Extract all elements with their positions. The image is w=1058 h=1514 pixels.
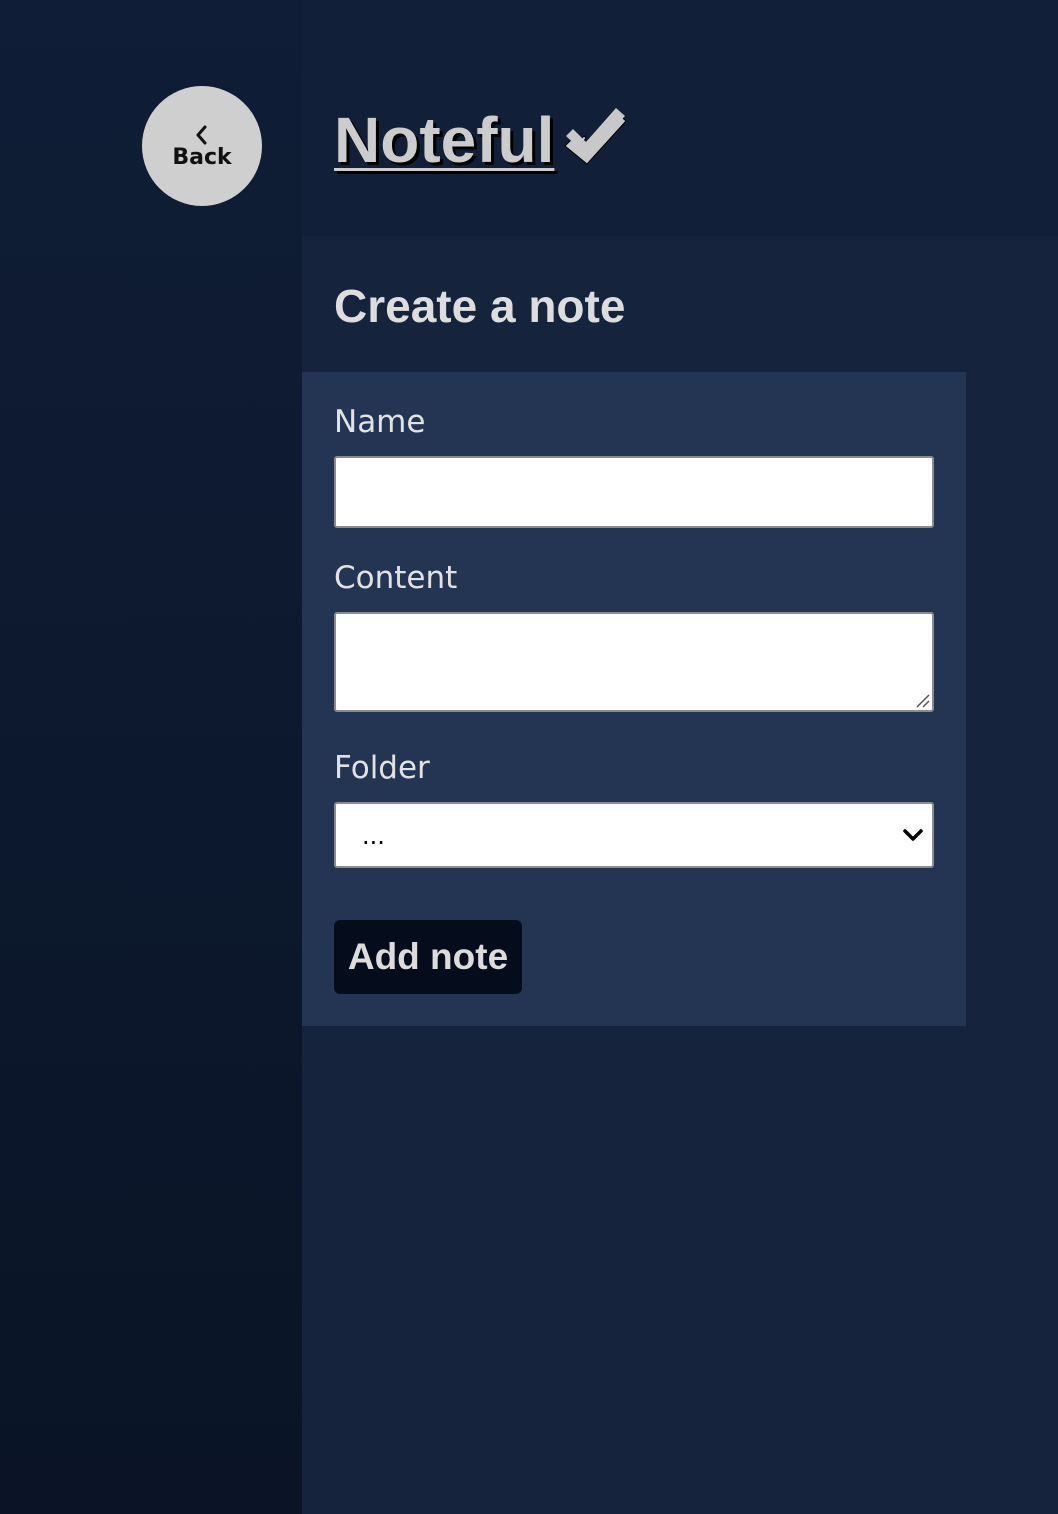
back-button[interactable]: Back — [142, 86, 262, 206]
back-button-label: Back — [172, 145, 232, 170]
content-textarea[interactable] — [334, 612, 934, 712]
content-label: Content — [334, 560, 458, 596]
resize-grip-icon[interactable] — [914, 692, 930, 708]
page-title: Create a note — [334, 280, 626, 332]
app-title-link[interactable]: Noteful — [334, 102, 554, 178]
folder-label: Folder — [334, 750, 430, 786]
folder-select[interactable]: ... — [334, 802, 934, 868]
chevron-down-icon — [903, 829, 923, 841]
double-check-icon — [564, 108, 627, 165]
sidebar — [0, 0, 302, 1514]
add-note-button[interactable]: Add note — [334, 920, 522, 994]
name-input[interactable] — [334, 456, 934, 528]
name-label: Name — [334, 404, 426, 440]
chevron-left-icon — [196, 125, 207, 145]
folder-select-value: ... — [362, 822, 385, 850]
